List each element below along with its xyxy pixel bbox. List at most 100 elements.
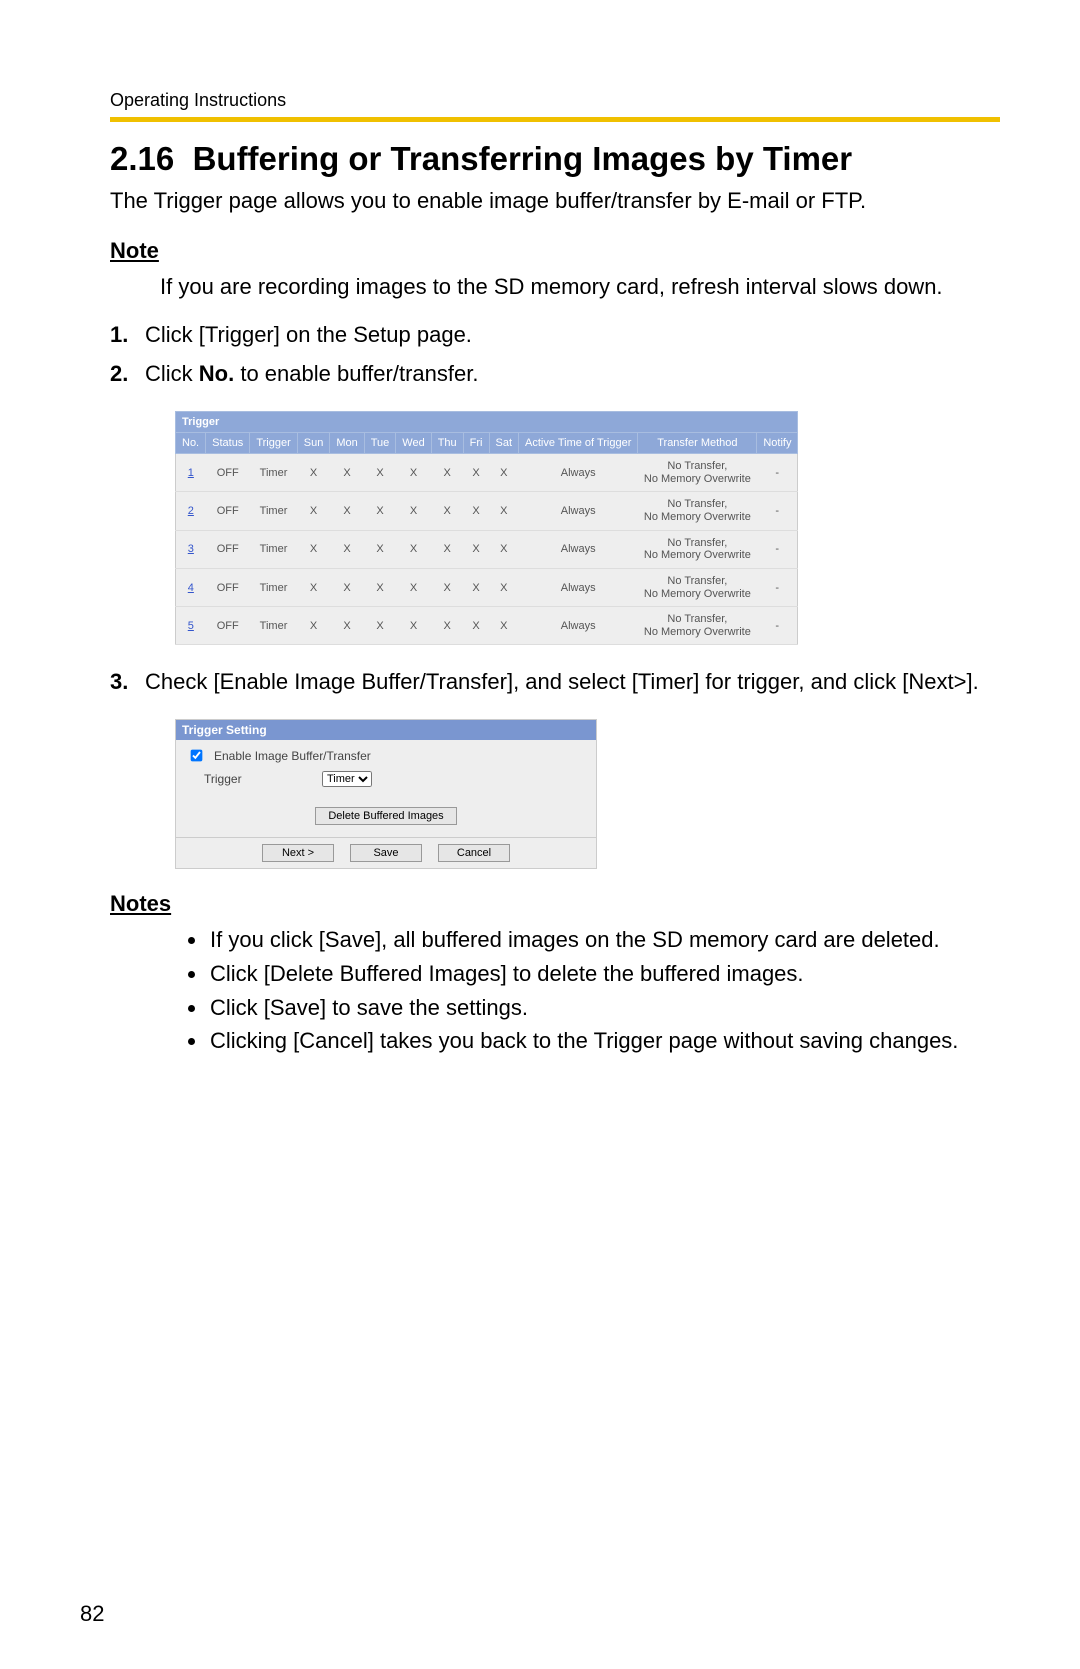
trigger-no-link[interactable]: 3: [176, 530, 206, 568]
trigger-transfer-method: No Transfer,No Memory Overwrite: [638, 454, 757, 492]
trigger-active-time: Always: [519, 530, 638, 568]
trigger-day: X: [297, 492, 330, 530]
trigger-day: X: [396, 568, 431, 606]
trigger-notify: -: [757, 530, 798, 568]
trigger-active-time: Always: [519, 607, 638, 645]
trigger-active-time: Always: [519, 492, 638, 530]
trigger-day: X: [297, 607, 330, 645]
step-text-post: to enable buffer/transfer.: [234, 361, 478, 386]
trigger-day: X: [489, 530, 519, 568]
trigger-day: X: [396, 607, 431, 645]
trigger-day: X: [463, 454, 489, 492]
enable-buffer-label: Enable Image Buffer/Transfer: [214, 749, 371, 763]
trigger-day: X: [330, 607, 364, 645]
trigger-table-header: Trigger: [250, 433, 297, 454]
trigger-notify: -: [757, 568, 798, 606]
trigger-table-header: Active Time of Trigger: [519, 433, 638, 454]
page: Operating Instructions 2.16 Buffering or…: [0, 0, 1080, 1669]
trigger-day: X: [364, 568, 396, 606]
trigger-setting-title: Trigger Setting: [176, 720, 596, 740]
section-title: Buffering or Transferring Images by Time…: [193, 140, 853, 177]
trigger-day: X: [463, 568, 489, 606]
trigger-table-header: Thu: [431, 433, 463, 454]
list-item: Clicking [Cancel] takes you back to the …: [208, 1026, 1000, 1056]
list-item: If you click [Save], all buffered images…: [208, 925, 1000, 955]
table-row: 2OFFTimerXXXXXXXAlwaysNo Transfer,No Mem…: [176, 492, 798, 530]
trigger-table-header: Tue: [364, 433, 396, 454]
trigger-day: X: [297, 568, 330, 606]
note-body: If you are recording images to the SD me…: [160, 272, 1000, 302]
trigger-day: X: [330, 568, 364, 606]
trigger-day: X: [364, 492, 396, 530]
trigger-no-link[interactable]: 5: [176, 607, 206, 645]
trigger-transfer-method: No Transfer,No Memory Overwrite: [638, 607, 757, 645]
accent-rule: [110, 117, 1000, 122]
delete-buffered-images-button[interactable]: Delete Buffered Images: [315, 807, 456, 825]
trigger-notify: -: [757, 454, 798, 492]
trigger-no-link[interactable]: 4: [176, 568, 206, 606]
save-button[interactable]: Save: [350, 844, 422, 862]
trigger-no-link[interactable]: 1: [176, 454, 206, 492]
trigger-day: X: [396, 530, 431, 568]
list-item: Click [Save] to save the settings.: [208, 993, 1000, 1023]
table-row: 3OFFTimerXXXXXXXAlwaysNo Transfer,No Mem…: [176, 530, 798, 568]
trigger-table-header: Sun: [297, 433, 330, 454]
trigger-day: X: [431, 454, 463, 492]
trigger-status: OFF: [206, 454, 250, 492]
trigger-day: X: [330, 530, 364, 568]
trigger-table-header: Mon: [330, 433, 364, 454]
trigger-table-header: Fri: [463, 433, 489, 454]
steps-list: 1. Click [Trigger] on the Setup page. 2.…: [110, 320, 1000, 389]
trigger-notify: -: [757, 607, 798, 645]
trigger-type: Timer: [250, 492, 297, 530]
table-row: 4OFFTimerXXXXXXXAlwaysNo Transfer,No Mem…: [176, 568, 798, 606]
step-text: Click [Trigger] on the Setup page.: [145, 322, 472, 347]
trigger-status: OFF: [206, 568, 250, 606]
trigger-type: Timer: [250, 454, 297, 492]
section-number: 2.16: [110, 140, 174, 177]
trigger-transfer-method: No Transfer,No Memory Overwrite: [638, 568, 757, 606]
trigger-day: X: [431, 530, 463, 568]
trigger-day: X: [330, 454, 364, 492]
trigger-day: X: [463, 607, 489, 645]
trigger-table-header: Notify: [757, 433, 798, 454]
step-text-bold: No.: [199, 361, 234, 386]
trigger-day: X: [489, 454, 519, 492]
trigger-table-figure: Trigger No.StatusTriggerSunMonTueWedThuF…: [175, 411, 1000, 645]
page-number: 82: [80, 1601, 104, 1627]
notes-heading: Notes: [110, 891, 1000, 917]
trigger-day: X: [489, 607, 519, 645]
trigger-day: X: [396, 492, 431, 530]
trigger-day: X: [297, 530, 330, 568]
trigger-active-time: Always: [519, 454, 638, 492]
note-heading: Note: [110, 238, 1000, 264]
intro-paragraph: The Trigger page allows you to enable im…: [110, 188, 1000, 214]
next-button[interactable]: Next >: [262, 844, 334, 862]
steps-list-cont: 3. Check [Enable Image Buffer/Transfer],…: [110, 667, 1000, 697]
notes-list: If you click [Save], all buffered images…: [160, 925, 1000, 1056]
step-1: 1. Click [Trigger] on the Setup page.: [110, 320, 1000, 350]
trigger-day: X: [297, 454, 330, 492]
trigger-day: X: [364, 530, 396, 568]
section-heading: 2.16 Buffering or Transferring Images by…: [110, 140, 1000, 178]
step-number: 2.: [110, 359, 128, 389]
step-2: 2. Click No. to enable buffer/transfer.: [110, 359, 1000, 389]
trigger-no-link[interactable]: 2: [176, 492, 206, 530]
step-text: Check [Enable Image Buffer/Transfer], an…: [145, 669, 979, 694]
trigger-transfer-method: No Transfer,No Memory Overwrite: [638, 492, 757, 530]
trigger-type: Timer: [250, 568, 297, 606]
trigger-day: X: [431, 568, 463, 606]
trigger-transfer-method: No Transfer,No Memory Overwrite: [638, 530, 757, 568]
trigger-setting-figure: Trigger Setting Enable Image Buffer/Tran…: [175, 719, 1000, 869]
trigger-table-header: Transfer Method: [638, 433, 757, 454]
trigger-select[interactable]: Timer: [322, 771, 372, 787]
step-3: 3. Check [Enable Image Buffer/Transfer],…: [110, 667, 1000, 697]
running-head: Operating Instructions: [110, 90, 1000, 111]
step-text-pre: Click: [145, 361, 199, 386]
trigger-day: X: [489, 492, 519, 530]
cancel-button[interactable]: Cancel: [438, 844, 510, 862]
step-number: 3.: [110, 667, 128, 697]
trigger-table: Trigger No.StatusTriggerSunMonTueWedThuF…: [175, 411, 798, 645]
enable-buffer-checkbox[interactable]: [191, 750, 203, 762]
trigger-day: X: [489, 568, 519, 606]
